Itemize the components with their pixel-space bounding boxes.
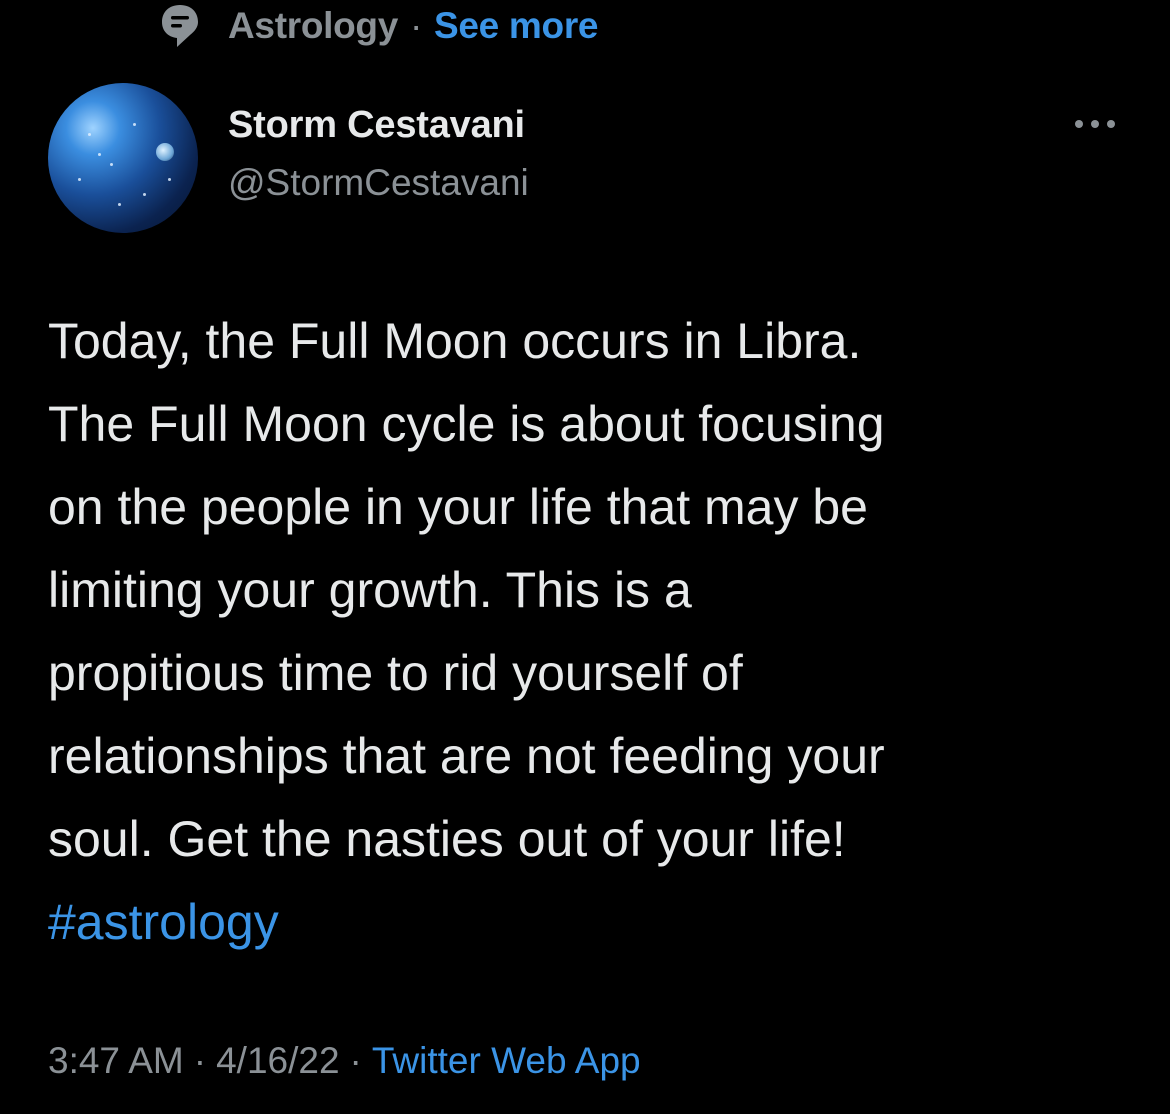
topic-row: Astrology · See more — [158, 0, 599, 52]
tweet-line: The Full Moon cycle is about focusing — [48, 396, 885, 452]
tweet-line: relationships that are not feeding your — [48, 728, 885, 784]
tweet-line: on the people in your life that may be — [48, 479, 868, 535]
tweet-text: Today, the Full Moon occurs in Libra. Th… — [48, 300, 1138, 964]
moon-icon — [156, 143, 174, 161]
user-handle[interactable]: @StormCestavani — [228, 162, 529, 204]
topic-label[interactable]: Astrology — [228, 5, 398, 47]
tweet-meta: 3:47 AM · 4/16/22 · Twitter Web App — [48, 1040, 641, 1082]
tweet-date[interactable]: 4/16/22 — [216, 1040, 339, 1082]
meta-separator: · — [193, 1040, 207, 1081]
avatar[interactable] — [48, 83, 198, 233]
tweet-line: soul. Get the nasties out of your life! — [48, 811, 846, 867]
tweet-line: Today, the Full Moon occurs in Libra. — [48, 313, 862, 369]
tweet-line: propitious time to rid yourself of — [48, 645, 743, 701]
see-more-link[interactable]: See more — [434, 5, 599, 47]
tweet-line: limiting your growth. This is a — [48, 562, 692, 618]
tweet-source-link[interactable]: Twitter Web App — [372, 1040, 641, 1082]
hashtag-link[interactable]: #astrology — [48, 881, 1138, 964]
tweet-time[interactable]: 3:47 AM — [48, 1040, 184, 1082]
more-dots-icon — [1073, 117, 1117, 135]
topic-bubble-icon — [158, 1, 202, 51]
meta-separator: · — [349, 1040, 362, 1081]
topic-separator: · — [409, 5, 423, 46]
display-name[interactable]: Storm Cestavani — [228, 104, 525, 147]
more-options-button[interactable] — [1066, 106, 1124, 146]
